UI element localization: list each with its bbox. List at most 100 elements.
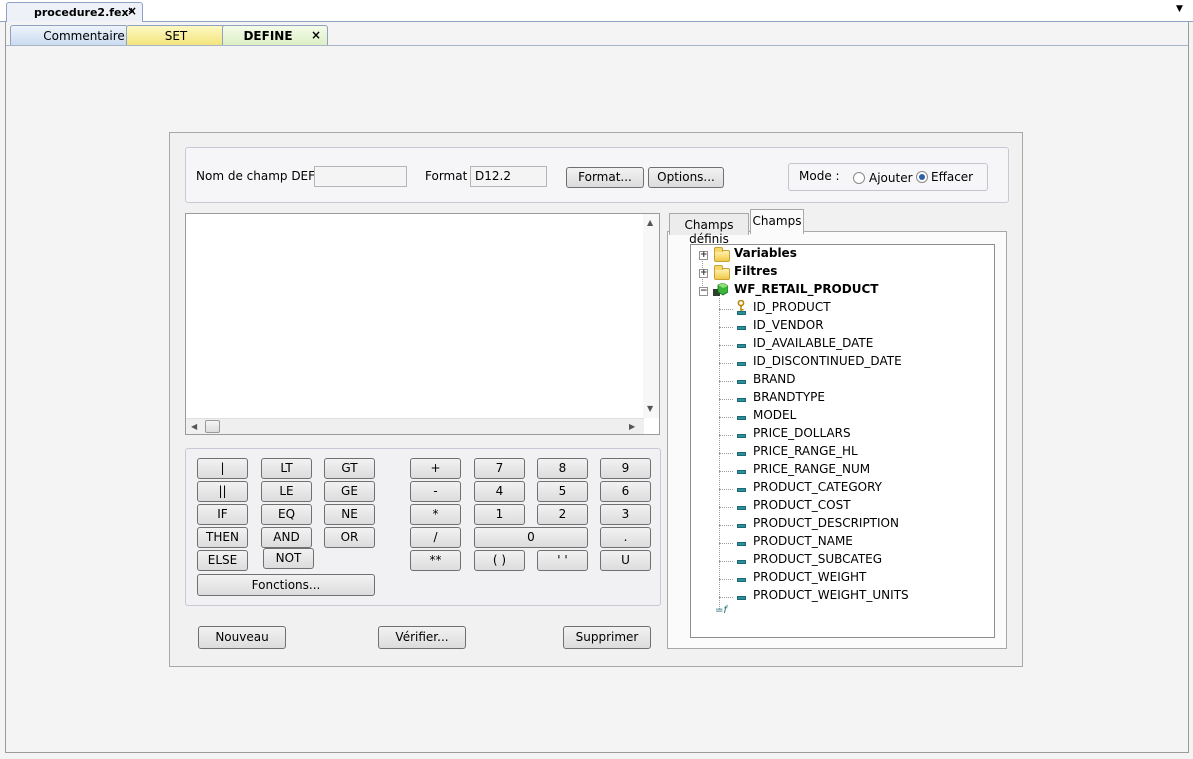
key-and[interactable]: AND (261, 527, 312, 548)
scroll-left-icon[interactable]: ◀ (191, 422, 197, 431)
functions-button[interactable]: Fonctions... (197, 574, 375, 596)
expand-icon[interactable]: + (699, 269, 708, 278)
key-power[interactable]: ** (410, 550, 461, 571)
key-quotes[interactable]: ' ' (537, 550, 588, 571)
key-if[interactable]: IF (197, 504, 248, 525)
key-eq[interactable]: EQ (261, 504, 312, 525)
format-button[interactable]: Format... (566, 167, 644, 188)
tree-field-item[interactable]: PRODUCT_DESCRIPTION (719, 516, 979, 534)
tab-underline (6, 45, 1188, 46)
key-6[interactable]: 6 (600, 481, 651, 502)
tree-field-item[interactable]: PRODUCT_NAME (719, 534, 979, 552)
scroll-thumb[interactable] (205, 420, 220, 433)
tab-champs[interactable]: Champs (750, 209, 804, 234)
tree-field-item[interactable]: ID_AVAILABLE_DATE (719, 336, 979, 354)
key-not[interactable]: NOT (263, 548, 314, 569)
tree-field-item[interactable]: PRODUCT_WEIGHT (719, 570, 979, 588)
tree-folder-filtres[interactable]: + Filtres (697, 264, 987, 282)
tree-field-item[interactable]: ID_PRODUCT (719, 300, 979, 318)
tree-connector (719, 435, 733, 436)
tab-set[interactable]: SET (126, 25, 226, 46)
key-8[interactable]: 8 (537, 458, 588, 479)
scroll-right-icon[interactable]: ▶ (629, 422, 635, 431)
tree-connector (719, 327, 733, 328)
tree-field-item[interactable]: BRAND (719, 372, 979, 390)
tree-field-item[interactable]: ID_VENDOR (719, 318, 979, 336)
key-1[interactable]: 1 (474, 504, 525, 525)
key-u[interactable]: U (600, 550, 651, 571)
key-lt[interactable]: LT (261, 458, 312, 479)
key-minus[interactable]: - (410, 481, 461, 502)
key-concat[interactable]: || (197, 481, 248, 502)
key-or[interactable]: OR (324, 527, 375, 548)
expression-editor[interactable] (185, 213, 660, 435)
tree-field-item[interactable]: ID_DISCONTINUED_DATE (719, 354, 979, 372)
field-icon (737, 311, 746, 315)
folder-icon (714, 247, 730, 262)
key-2[interactable]: 2 (537, 504, 588, 525)
delete-button[interactable]: Supprimer (563, 626, 651, 649)
tree-field-item[interactable]: BRANDTYPE (719, 390, 979, 408)
key-5[interactable]: 5 (537, 481, 588, 502)
document-tab[interactable]: procedure2.fex* (6, 2, 143, 22)
tree-field-item[interactable]: MODEL (719, 408, 979, 426)
tree-connector (719, 525, 733, 526)
field-name-input[interactable] (314, 166, 407, 187)
tree-field-item[interactable]: PRODUCT_CATEGORY (719, 480, 979, 498)
format-label: Format : (425, 169, 476, 183)
tree-folder-variables[interactable]: + Variables (697, 246, 987, 264)
key-decimal[interactable]: . (600, 527, 651, 548)
field-icon (737, 452, 746, 456)
expand-icon[interactable]: + (699, 251, 708, 260)
tree-connector (719, 417, 733, 418)
key-le[interactable]: LE (261, 481, 312, 502)
tree-table-node[interactable]: − WF_RETAIL_PRODUCT (697, 282, 987, 300)
new-button[interactable]: Nouveau (198, 626, 286, 649)
mode-add-radio[interactable] (853, 172, 865, 184)
key-multiply[interactable]: * (410, 504, 461, 525)
tree-connector (719, 453, 733, 454)
key-divide[interactable]: / (410, 527, 461, 548)
key-pipe[interactable]: | (197, 458, 248, 479)
key-parentheses[interactable]: ( ) (474, 550, 525, 571)
tree-field-item[interactable]: PRICE_RANGE_HL (719, 444, 979, 462)
close-document-icon[interactable]: × (127, 4, 137, 18)
key-then[interactable]: THEN (197, 527, 248, 548)
tree-folder-label: Variables (734, 246, 797, 260)
key-4[interactable]: 4 (474, 481, 525, 502)
key-ne[interactable]: NE (324, 504, 375, 525)
options-button[interactable]: Options... (648, 167, 724, 188)
format-field[interactable]: D12.2 (470, 166, 547, 187)
function-node[interactable]: =f (713, 604, 733, 622)
key-3[interactable]: 3 (600, 504, 651, 525)
key-ge[interactable]: GE (324, 481, 375, 502)
folder-icon (714, 265, 730, 280)
tree-field-item[interactable]: PRICE_RANGE_NUM (719, 462, 979, 480)
key-0[interactable]: 0 (474, 527, 588, 548)
tab-champs-definis[interactable]: Champs définis (669, 213, 749, 246)
key-plus[interactable]: + (410, 458, 461, 479)
editor-vertical-scrollbar[interactable]: ▲ ▼ (643, 214, 659, 418)
key-7[interactable]: 7 (474, 458, 525, 479)
verify-button[interactable]: Vérifier... (378, 626, 466, 649)
tree-field-item[interactable]: PRICE_DOLLARS (719, 426, 979, 444)
close-define-tab-icon[interactable]: × (311, 28, 321, 42)
tab-list-dropdown-icon[interactable]: ▼ (1176, 4, 1183, 14)
tab-commentaire[interactable]: Commentaire (10, 25, 128, 46)
tree-field-item[interactable]: PRODUCT_SUBCATEG (719, 552, 979, 570)
key-9[interactable]: 9 (600, 458, 651, 479)
mode-clear-radio[interactable] (916, 171, 928, 183)
mode-clear-label: Effacer (931, 170, 974, 184)
editor-horizontal-scrollbar[interactable]: ◀ ▶ (186, 418, 644, 434)
tree-field-label: PRODUCT_CATEGORY (753, 480, 882, 494)
tree-field-label: PRODUCT_COST (753, 498, 851, 512)
key-else[interactable]: ELSE (197, 550, 248, 571)
collapse-icon[interactable]: − (699, 287, 708, 296)
key-gt[interactable]: GT (324, 458, 375, 479)
tree-field-label: MODEL (753, 408, 797, 422)
tree-field-item[interactable]: PRODUCT_WEIGHT_UNITS (719, 588, 979, 606)
scroll-down-icon[interactable]: ▼ (647, 404, 653, 413)
tree-field-label: PRODUCT_SUBCATEG (753, 552, 883, 566)
scroll-up-icon[interactable]: ▲ (647, 218, 653, 227)
tree-field-item[interactable]: PRODUCT_COST (719, 498, 979, 516)
